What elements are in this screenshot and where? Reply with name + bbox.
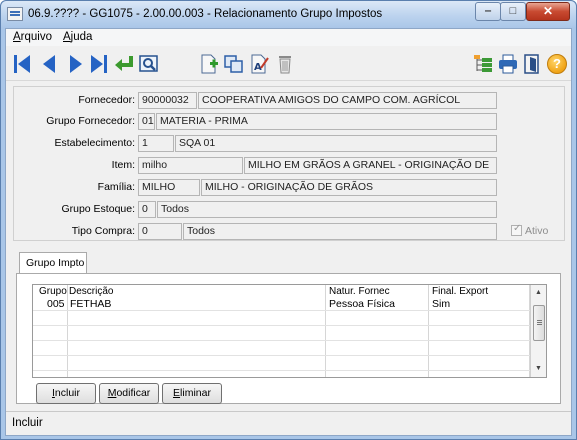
delete-icon[interactable] xyxy=(274,53,296,75)
copy-icon[interactable] xyxy=(223,53,245,75)
grid-scrollbar[interactable]: ▲ ▼ xyxy=(530,285,546,377)
last-record-icon[interactable] xyxy=(88,53,110,75)
familia-name-field: MILHO - ORIGINAÇÃO DE GRÃOS xyxy=(201,179,497,196)
status-text: Incluir xyxy=(12,417,43,429)
modificar-label: odificar xyxy=(116,387,151,399)
grupo-fornecedor-label: Grupo Fornecedor: xyxy=(46,115,135,127)
help-icon[interactable]: ? xyxy=(546,53,568,75)
ativo-checkbox[interactable]: Ativo xyxy=(511,223,549,237)
grupo-estoque-label: Grupo Estoque: xyxy=(61,203,135,215)
tipo-compra-name-field: Todos xyxy=(183,223,497,240)
familia-code-field[interactable]: MILHO xyxy=(138,179,200,196)
application-window: 06.9.???? - GG1075 - 2.00.00.003 - Relac… xyxy=(0,0,577,440)
incluir-label: ncluir xyxy=(54,387,80,399)
row-descricao: FETHAB xyxy=(70,298,112,310)
ativo-label: Ativo xyxy=(525,225,549,237)
estabelecimento-code-field[interactable]: 1 xyxy=(138,135,174,152)
eliminar-label: liminar xyxy=(180,387,211,399)
menu-ajuda[interactable]: Ajuda xyxy=(63,31,92,43)
tipo-compra-label: Tipo Compra: xyxy=(71,225,135,237)
grupo-estoque-code-field[interactable]: 0 xyxy=(138,201,156,218)
scroll-down-icon[interactable]: ▼ xyxy=(531,361,546,376)
grid-header-natur-fornec[interactable]: Natur. Fornec xyxy=(329,286,390,297)
item-label: Item: xyxy=(111,159,135,171)
incluir-button[interactable]: Incluir xyxy=(36,383,96,404)
window-title: 06.9.???? - GG1075 - 2.00.00.003 - Relac… xyxy=(28,8,383,20)
taxes-grid: Grupo Descrição Natur. Fornec Final. Exp… xyxy=(32,284,547,378)
fornecedor-label: Fornecedor: xyxy=(78,94,135,106)
maximize-button[interactable]: □ xyxy=(500,2,526,21)
menu-ajuda-mnemonic: A xyxy=(63,31,71,43)
fornecedor-code-field[interactable]: 90000032 xyxy=(138,92,197,109)
next-record-icon[interactable] xyxy=(64,53,86,75)
table-row[interactable]: 005 FETHAB Pessoa Física Sim xyxy=(33,297,530,311)
tree-icon[interactable] xyxy=(472,53,494,75)
estabelecimento-name-field: SQA 01 xyxy=(175,135,497,152)
grid-header-descricao[interactable]: Descrição xyxy=(69,286,113,297)
grupo-fornecedor-code-field[interactable]: 01 xyxy=(138,113,155,130)
ativo-check-icon xyxy=(511,223,522,236)
scroll-thumb[interactable] xyxy=(533,305,545,341)
table-row[interactable] xyxy=(33,312,530,326)
scroll-up-icon[interactable]: ▲ xyxy=(531,285,546,300)
row-final-export: Sim xyxy=(432,298,451,310)
grid-header-grupo[interactable]: Grupo xyxy=(39,286,67,297)
fornecedor-name-field: COOPERATIVA AMIGOS DO CAMPO COM. AGRÍCOL xyxy=(198,92,497,109)
estabelecimento-label: Estabelecimento: xyxy=(54,137,135,149)
go-to-icon[interactable] xyxy=(113,53,135,75)
row-natur-fornec: Pessoa Física xyxy=(329,298,395,310)
new-icon[interactable] xyxy=(199,53,221,75)
status-bar: Incluir xyxy=(6,411,571,435)
table-row[interactable] xyxy=(33,357,530,371)
grupo-fornecedor-name-field: MATERIA - PRIMA xyxy=(156,113,497,130)
previous-record-icon[interactable] xyxy=(38,53,60,75)
menu-arquivo[interactable]: Arquivo xyxy=(13,31,52,43)
eliminar-mnemonic: E xyxy=(173,387,181,399)
minimize-button[interactable]: ‒ xyxy=(475,2,501,21)
modificar-button[interactable]: Modificar xyxy=(99,383,159,404)
tabs-frame: Grupo Impto Grupo Descrição Natur. Forne… xyxy=(13,244,565,406)
menu-ajuda-label: juda xyxy=(70,31,93,43)
app-icon xyxy=(7,7,23,21)
menu-arquivo-label: rquivo xyxy=(20,31,52,43)
familia-label: Família: xyxy=(97,181,135,193)
table-row[interactable] xyxy=(33,327,530,341)
tipo-compra-code-field[interactable]: 0 xyxy=(138,223,182,240)
search-icon[interactable] xyxy=(138,53,160,75)
eliminar-button[interactable]: Eliminar xyxy=(162,383,222,404)
tab-grupo-impto[interactable]: Grupo Impto xyxy=(19,252,87,274)
row-grupo: 005 xyxy=(47,298,65,310)
print-icon[interactable] xyxy=(497,53,519,75)
edit-icon[interactable]: A xyxy=(249,53,271,75)
item-name-field: MILHO EM GRÃOS A GRANEL - ORIGINAÇÃO DE xyxy=(244,157,497,174)
menu-bar: Arquivo Ajuda xyxy=(6,29,571,46)
item-code-field[interactable]: milho xyxy=(138,157,243,174)
client-area: Arquivo Ajuda A ? Fornecedor: 90000032 C… xyxy=(5,28,572,436)
grupo-estoque-name-field: Todos xyxy=(157,201,497,218)
exit-icon[interactable] xyxy=(521,53,543,75)
close-button[interactable]: ✕ xyxy=(526,2,570,21)
help-icon-glyph: ? xyxy=(547,54,567,74)
header-form: Fornecedor: 90000032 COOPERATIVA AMIGOS … xyxy=(13,86,565,241)
menu-arquivo-mnemonic: A xyxy=(13,31,21,43)
grid-header-final-export[interactable]: Final. Export xyxy=(432,286,488,297)
tab-panel: Grupo Descrição Natur. Fornec Final. Exp… xyxy=(16,273,561,404)
first-record-icon[interactable] xyxy=(12,53,34,75)
table-row[interactable] xyxy=(33,342,530,356)
toolbar: A ? xyxy=(6,46,571,81)
grid-header-row: Grupo Descrição Natur. Fornec Final. Exp… xyxy=(33,285,530,297)
title-bar[interactable]: 06.9.???? - GG1075 - 2.00.00.003 - Relac… xyxy=(1,1,576,28)
